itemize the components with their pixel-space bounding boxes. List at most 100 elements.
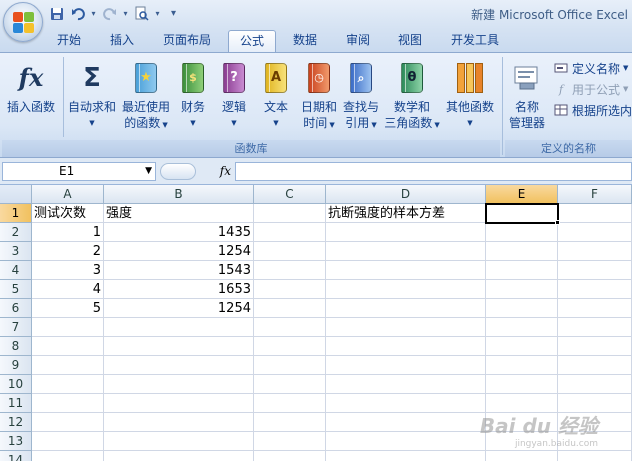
- tab-view[interactable]: 视图: [388, 30, 432, 52]
- chevron-down-icon[interactable]: ▼: [145, 163, 152, 180]
- fill-handle[interactable]: [555, 220, 560, 225]
- column-header-e[interactable]: E: [486, 185, 558, 204]
- cell-d14[interactable]: [326, 451, 486, 461]
- cell-f2[interactable]: [558, 223, 632, 242]
- formula-cancel-enter-pill[interactable]: [160, 163, 196, 180]
- row-header-4[interactable]: 4: [0, 261, 32, 280]
- cell-b4[interactable]: 1543: [104, 261, 254, 280]
- save-icon[interactable]: [47, 5, 66, 23]
- cell-a10[interactable]: [32, 375, 104, 394]
- column-header-c[interactable]: C: [254, 185, 326, 204]
- row-header-8[interactable]: 8: [0, 337, 32, 356]
- name-manager-button[interactable]: 名称 管理器: [505, 57, 549, 131]
- tab-insert[interactable]: 插入: [100, 30, 144, 52]
- date-time-button[interactable]: ◷ 日期和 时间 ▼: [298, 57, 340, 133]
- more-functions-button[interactable]: 其他函数 ▼: [444, 57, 496, 131]
- cell-b11[interactable]: [104, 394, 254, 413]
- cell-a6[interactable]: 5: [32, 299, 104, 318]
- cell-d4[interactable]: [326, 261, 486, 280]
- cell-f7[interactable]: [558, 318, 632, 337]
- cell-a11[interactable]: [32, 394, 104, 413]
- cell-b1[interactable]: 强度: [104, 204, 254, 223]
- cell-c12[interactable]: [254, 413, 326, 432]
- cell-c9[interactable]: [254, 356, 326, 375]
- cell-f14[interactable]: [558, 451, 632, 461]
- cell-b3[interactable]: 1254: [104, 242, 254, 261]
- tab-page-layout[interactable]: 页面布局: [153, 30, 221, 52]
- cell-e7[interactable]: [486, 318, 558, 337]
- cell-f4[interactable]: [558, 261, 632, 280]
- lookup-reference-button[interactable]: ⌕ 查找与 引用 ▼: [340, 57, 382, 133]
- row-header-14[interactable]: 14: [0, 451, 32, 461]
- cell-d11[interactable]: [326, 394, 486, 413]
- formula-input[interactable]: [235, 162, 632, 181]
- create-from-selection-button[interactable]: 根据所选内容: [553, 101, 632, 119]
- tab-developer[interactable]: 开发工具: [441, 30, 509, 52]
- cell-c8[interactable]: [254, 337, 326, 356]
- customize-icon[interactable]: ▾: [169, 8, 178, 19]
- cell-d6[interactable]: [326, 299, 486, 318]
- use-in-formula-button[interactable]: f 用于公式 ▼: [553, 80, 628, 98]
- row-header-11[interactable]: 11: [0, 394, 32, 413]
- cell-b7[interactable]: [104, 318, 254, 337]
- logical-button[interactable]: ? 逻辑 ▼: [216, 57, 252, 131]
- cell-d1[interactable]: 抗断强度的样本方差: [326, 204, 486, 223]
- cell-e2[interactable]: [486, 223, 558, 242]
- tab-home[interactable]: 开始: [47, 30, 91, 52]
- cell-e3[interactable]: [486, 242, 558, 261]
- cell-d9[interactable]: [326, 356, 486, 375]
- cell-c1[interactable]: [254, 204, 326, 223]
- cell-f1[interactable]: [558, 204, 632, 223]
- row-header-6[interactable]: 6: [0, 299, 32, 318]
- row-header-5[interactable]: 5: [0, 280, 32, 299]
- cell-a9[interactable]: [32, 356, 104, 375]
- cell-d12[interactable]: [326, 413, 486, 432]
- tab-review[interactable]: 审阅: [336, 30, 380, 52]
- cell-c13[interactable]: [254, 432, 326, 451]
- cell-d5[interactable]: [326, 280, 486, 299]
- tab-formulas[interactable]: 公式: [228, 30, 276, 52]
- cell-d2[interactable]: [326, 223, 486, 242]
- cell-b5[interactable]: 1653: [104, 280, 254, 299]
- row-header-2[interactable]: 2: [0, 223, 32, 242]
- autosum-button[interactable]: Σ 自动求和 ▼: [66, 57, 118, 131]
- insert-function-button[interactable]: fx 插入函数: [3, 57, 59, 115]
- cell-b10[interactable]: [104, 375, 254, 394]
- name-box[interactable]: E1 ▼: [2, 162, 156, 181]
- cell-c3[interactable]: [254, 242, 326, 261]
- cell-f6[interactable]: [558, 299, 632, 318]
- row-header-1[interactable]: 1: [0, 204, 32, 223]
- row-header-10[interactable]: 10: [0, 375, 32, 394]
- cell-a13[interactable]: [32, 432, 104, 451]
- cell-e5[interactable]: [486, 280, 558, 299]
- column-header-a[interactable]: A: [32, 185, 104, 204]
- cell-f10[interactable]: [558, 375, 632, 394]
- cell-d10[interactable]: [326, 375, 486, 394]
- text-button[interactable]: A 文本 ▼: [258, 57, 294, 131]
- row-header-7[interactable]: 7: [0, 318, 32, 337]
- cell-e6[interactable]: [486, 299, 558, 318]
- cell-f5[interactable]: [558, 280, 632, 299]
- cell-c2[interactable]: [254, 223, 326, 242]
- cell-c7[interactable]: [254, 318, 326, 337]
- column-header-d[interactable]: D: [326, 185, 486, 204]
- undo-icon[interactable]: [68, 5, 87, 23]
- cell-a2[interactable]: 1: [32, 223, 104, 242]
- cell-a5[interactable]: 4: [32, 280, 104, 299]
- row-header-9[interactable]: 9: [0, 356, 32, 375]
- cell-c5[interactable]: [254, 280, 326, 299]
- cell-b13[interactable]: [104, 432, 254, 451]
- recently-used-button[interactable]: ★ 最近使用 的函数 ▼: [120, 57, 172, 133]
- cell-a8[interactable]: [32, 337, 104, 356]
- cell-d7[interactable]: [326, 318, 486, 337]
- cell-e8[interactable]: [486, 337, 558, 356]
- cell-b14[interactable]: [104, 451, 254, 461]
- cell-b8[interactable]: [104, 337, 254, 356]
- cell-e10[interactable]: [486, 375, 558, 394]
- tab-data[interactable]: 数据: [283, 30, 327, 52]
- column-header-b[interactable]: B: [104, 185, 254, 204]
- row-header-13[interactable]: 13: [0, 432, 32, 451]
- define-name-button[interactable]: 定义名称 ▼: [553, 59, 628, 77]
- column-header-f[interactable]: F: [558, 185, 632, 204]
- cell-b6[interactable]: 1254: [104, 299, 254, 318]
